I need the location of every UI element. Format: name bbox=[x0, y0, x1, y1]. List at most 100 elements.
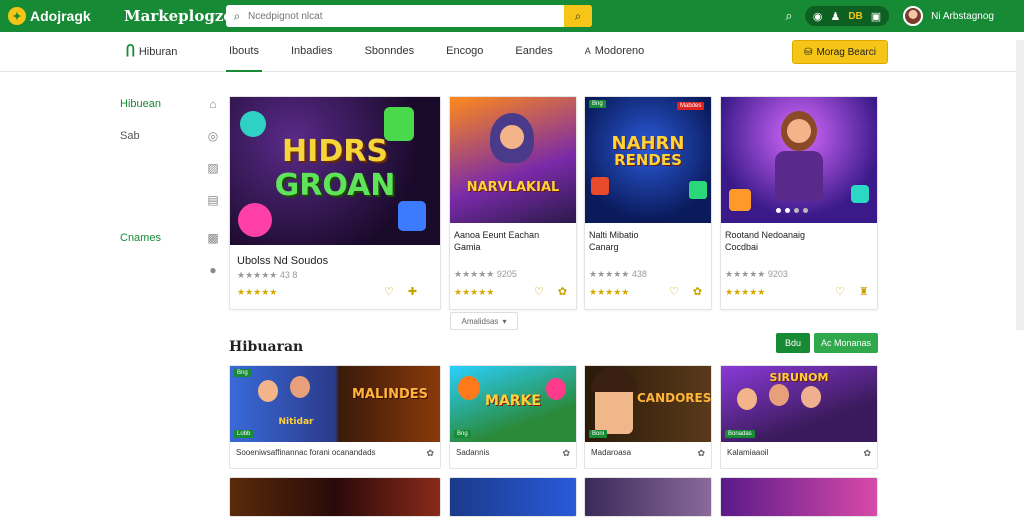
game-art: HIDRS GROAN bbox=[230, 97, 440, 245]
row-card-peek-1[interactable] bbox=[449, 477, 577, 517]
row-card-1[interactable]: MARKE Bng Sadannis ✿ bbox=[449, 365, 577, 469]
section-logo-label: Hiburan bbox=[138, 45, 178, 58]
gift-icon[interactable]: ✿ bbox=[693, 285, 702, 298]
like-icon[interactable]: ♡ bbox=[835, 285, 845, 298]
image-icon: ▨ bbox=[207, 161, 219, 175]
card-caption[interactable]: Kalamiaaoil bbox=[727, 448, 768, 457]
scrollbar[interactable] bbox=[1016, 40, 1024, 330]
search-button[interactable]: ⌕ bbox=[564, 5, 592, 27]
card-title-line2: Canarg bbox=[589, 242, 619, 252]
card-title[interactable]: Ubolss Nd Soudos bbox=[237, 255, 328, 267]
featured-card-1[interactable]: NARVLAKIAL Aanoa Eeunt Eachan Gamia ★★★★… bbox=[449, 96, 577, 310]
menu-icon: ▣ bbox=[870, 10, 882, 23]
sidebar-item-1[interactable]: Sab ◎ bbox=[120, 126, 220, 146]
game-icon: Ⴖ bbox=[126, 43, 135, 59]
section-title: Hibuaran bbox=[229, 339, 304, 355]
row-card-0[interactable]: Nitidar MALINDES Bng Lobb Sooeniwsaffina… bbox=[229, 365, 441, 469]
tab-1[interactable]: Inbadies bbox=[288, 32, 336, 72]
search-input[interactable] bbox=[248, 5, 564, 27]
card-title[interactable]: Aanoa Eeunt Eachan bbox=[454, 229, 539, 241]
gift-icon[interactable]: ✿ bbox=[863, 448, 871, 459]
show-more-button[interactable]: Amalidsas ▾ bbox=[450, 312, 518, 330]
logo-badge-icon: ✦ bbox=[8, 7, 26, 25]
sidebar-item-4[interactable]: Cnames ▩ bbox=[120, 228, 220, 248]
card-meta: ★★★★★ 43 8 bbox=[237, 270, 298, 280]
card-title[interactable]: Nalti Mibatio bbox=[589, 229, 639, 241]
tab-3[interactable]: Encogo bbox=[443, 32, 486, 72]
row-card-peek-0[interactable] bbox=[229, 477, 441, 517]
featured-card-0[interactable]: HIDRS GROAN Ubolss Nd Soudos ★★★★★ 43 8 … bbox=[229, 96, 441, 310]
tab-5-label: Modoreno bbox=[594, 44, 645, 57]
search-icon[interactable]: ⌕ bbox=[781, 8, 797, 24]
card-actions: ♡ ✿ bbox=[534, 285, 567, 298]
tab-bar: Ibouts Inbadies Sbonndes Encogo Eandes A… bbox=[226, 32, 673, 72]
game-art: NARVLAKIAL bbox=[450, 97, 576, 223]
row-card-peek-2[interactable] bbox=[584, 477, 712, 517]
section-logo[interactable]: Ⴖ Hiburan bbox=[126, 43, 226, 60]
carousel-dot[interactable] bbox=[785, 208, 790, 213]
like-icon[interactable]: ♡ bbox=[534, 285, 544, 298]
card-rating: ★★★★★ bbox=[725, 287, 766, 297]
card-actions: ♡ ✿ bbox=[669, 285, 702, 298]
carousel-dots bbox=[776, 208, 808, 213]
tab-2[interactable]: Sbonndes bbox=[362, 32, 418, 72]
row-card-peek-3[interactable] bbox=[720, 477, 878, 517]
sidebar: Hibuean ⌂ Sab ◎ ▨ ▤ Cnames ▩ ● bbox=[120, 88, 220, 280]
featured-card-3[interactable]: Rootand Nedoanaig Cocdbai ★★★★★ 9203 ★★★… bbox=[720, 96, 878, 310]
row-card-3[interactable]: SIRUNOM Bonadas Kalamiaaoil ✿ bbox=[720, 365, 878, 469]
badge-tag: Bng bbox=[454, 430, 471, 438]
row-card-2[interactable]: CANDORES Boni Madaroasa ✿ bbox=[584, 365, 712, 469]
cta-button[interactable]: ⛁ Morag Bearci bbox=[792, 40, 888, 64]
chevron-down-icon: ▾ bbox=[502, 316, 507, 326]
card-caption[interactable]: Sooeniwsaffinannac forani ocanandads bbox=[236, 448, 376, 457]
brand-title: Markeplogze bbox=[124, 7, 233, 25]
card-actions: ♡ ♜ bbox=[835, 285, 869, 298]
card-title[interactable]: Rootand Nedoanaig bbox=[725, 229, 805, 241]
trophy-icon[interactable]: ♜ bbox=[859, 285, 869, 298]
sidebar-item-0[interactable]: Hibuean ⌂ bbox=[120, 94, 220, 114]
game-art bbox=[721, 97, 877, 223]
top-bar: ✦ Adojragk Markeplogze ⌕ ⌕ ⌕ ◉ ♟ DB ▣ Ni… bbox=[0, 0, 1024, 32]
art-title-1: SIRUNOM bbox=[769, 371, 829, 384]
featured-card-2[interactable]: NAHRN RENDES Bng Mabdes Nalti Mibatio Ca… bbox=[584, 96, 712, 310]
sidebar-item-label: Cnames bbox=[120, 232, 161, 244]
card-caption[interactable]: Madaroasa bbox=[591, 448, 631, 457]
sidebar-item-label: Hibuean bbox=[120, 98, 161, 110]
carousel-dot[interactable] bbox=[803, 208, 808, 213]
card-rating: ★★★★★ bbox=[589, 287, 630, 297]
like-icon[interactable]: ♡ bbox=[384, 285, 394, 298]
art-title-1: Nitidar bbox=[278, 417, 314, 427]
search-bar: ⌕ ⌕ bbox=[226, 5, 592, 27]
card-caption[interactable]: Sadannis bbox=[456, 448, 489, 457]
carousel-dot[interactable] bbox=[776, 208, 781, 213]
logo-text: Adojragk bbox=[30, 8, 91, 24]
section-button-1[interactable]: Bdu bbox=[776, 333, 810, 353]
badge-tag: Bonadas bbox=[725, 430, 755, 438]
username[interactable]: Ni Arbstagnog bbox=[931, 11, 994, 22]
top-right-controls: ⌕ ◉ ♟ DB ▣ Ni Arbstagnog bbox=[781, 6, 994, 26]
card-actions: ♡ ✚ bbox=[384, 285, 417, 298]
gift-icon[interactable]: ✿ bbox=[562, 448, 570, 459]
section-button-2[interactable]: Ac Monanas bbox=[814, 333, 878, 353]
sidebar-item-2[interactable]: ▨ bbox=[120, 158, 220, 178]
tab-5[interactable]: A Modoreno bbox=[582, 32, 648, 72]
sidebar-item-5[interactable]: ● bbox=[120, 260, 220, 280]
gift-icon[interactable]: ✿ bbox=[697, 448, 705, 459]
card-meta: ★★★★★ 9203 bbox=[725, 269, 788, 279]
home-icon: ⌂ bbox=[209, 97, 217, 111]
gift-icon[interactable]: ✿ bbox=[426, 448, 434, 459]
chat-icon: ● bbox=[209, 263, 217, 277]
avatar[interactable] bbox=[903, 6, 924, 26]
carousel-dot[interactable] bbox=[794, 208, 799, 213]
share-icon[interactable]: ✚ bbox=[408, 285, 417, 298]
account-pill[interactable]: ◉ ♟ DB ▣ bbox=[804, 6, 890, 26]
settings-icon: ◎ bbox=[207, 129, 219, 143]
sidebar-item-3[interactable]: ▤ bbox=[120, 190, 220, 210]
user-icon: ◉ bbox=[812, 10, 823, 23]
gift-icon[interactable]: ✿ bbox=[558, 285, 567, 298]
tab-4[interactable]: Eandes bbox=[512, 32, 555, 72]
like-icon[interactable]: ♡ bbox=[669, 285, 679, 298]
logo[interactable]: ✦ Adojragk bbox=[8, 7, 118, 25]
folder-icon: ▤ bbox=[207, 193, 219, 207]
tab-0[interactable]: Ibouts bbox=[226, 32, 262, 72]
